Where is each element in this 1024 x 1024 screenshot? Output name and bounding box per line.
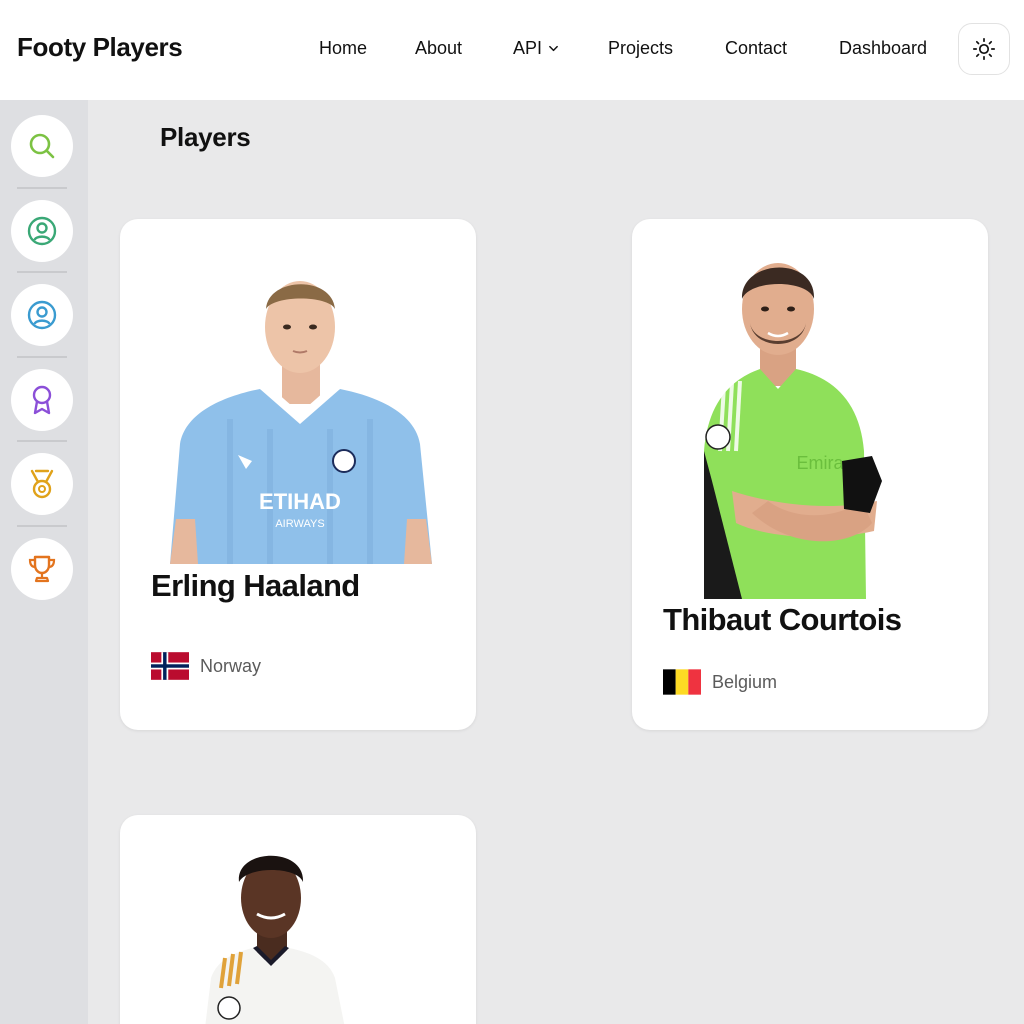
nav-projects[interactable]: Projects [608,38,673,59]
player-card[interactable]: ETIHAD AIRWAYS Erling Haaland Norway [120,219,476,730]
nav-home[interactable]: Home [319,38,367,59]
sidebar-divider [17,525,67,527]
user-circle-icon [27,300,57,330]
trophy-icon [28,555,56,583]
user-circle-icon [27,216,57,246]
svg-text:AIRWAYS: AIRWAYS [275,518,324,530]
player-card[interactable] [120,815,476,1024]
player-country: Norway [151,651,261,681]
nav-contact[interactable]: Contact [725,38,787,59]
country-name: Norway [200,655,262,676]
svg-text:ETIHAD: ETIHAD [259,489,341,514]
medal-icon [30,469,54,499]
sidebar-trophies-button[interactable] [11,538,73,600]
main-nav: Home About API Projects Contact Dashboar… [0,0,1024,100]
sidebar-medals-button[interactable] [11,453,73,515]
sidebar-divider [17,356,67,358]
top-navbar: Footy Players Home About API Projects Co… [0,0,1024,100]
theme-toggle-button[interactable] [958,23,1010,75]
svg-text:Emira: Emira [796,453,844,473]
norway-flag-icon [151,652,189,680]
player-country: Belgium [663,667,777,697]
sidebar-awards-button[interactable] [11,369,73,431]
page-title: Players [160,122,251,152]
sidebar-divider [17,187,67,189]
sidebar-divider [17,440,67,442]
nav-api-dropdown[interactable]: API [513,38,559,59]
player-photo [205,855,345,1024]
sidebar [0,100,88,1024]
nav-about[interactable]: About [415,38,462,59]
player-name: Erling Haaland [151,568,360,603]
belgium-flag-icon [663,669,701,695]
player-photo: ETIHAD AIRWAYS [170,281,432,564]
chevron-down-icon [549,45,558,52]
award-ribbon-icon [32,385,52,415]
player-card[interactable]: Emira Thibaut Courtois Belgium [632,219,988,730]
sidebar-players-button[interactable] [11,200,73,262]
search-icon [29,133,55,159]
country-name: Belgium [712,671,778,692]
sidebar-divider [17,271,67,273]
player-name: Thibaut Courtois [663,602,902,637]
sun-icon [972,37,996,61]
sidebar-search-button[interactable] [11,115,73,177]
sidebar-managers-button[interactable] [11,284,73,346]
nav-dashboard[interactable]: Dashboard [839,38,927,59]
player-photo: Emira [704,263,882,599]
nav-api-label: API [513,38,543,58]
